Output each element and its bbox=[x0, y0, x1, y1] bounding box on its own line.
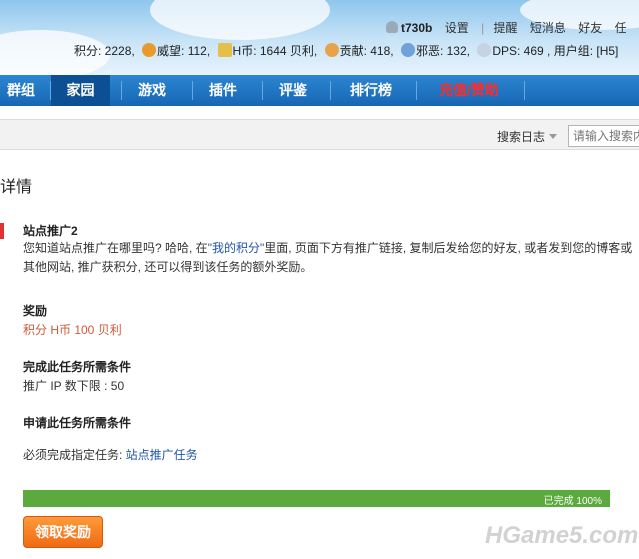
star-icon bbox=[477, 43, 492, 57]
claim-reward-button[interactable]: 领取奖励 bbox=[23, 516, 103, 548]
user-link[interactable]: t730b bbox=[386, 21, 432, 35]
search-input[interactable] bbox=[568, 125, 639, 147]
task-title: 站点推广2 bbox=[23, 224, 78, 238]
stat-dps-group: DPS: 469 , 用户组: [H5] bbox=[492, 44, 619, 58]
watermark-logo: HGame5.com bbox=[485, 522, 639, 549]
nav-games[interactable]: 游戏 bbox=[122, 75, 182, 106]
messages-link[interactable]: 短消息 bbox=[530, 19, 566, 36]
nav-home[interactable]: 家园 bbox=[51, 75, 110, 106]
task-icon bbox=[0, 223, 4, 239]
site-header: t730b 设置 | 提醒 短消息 好友 任 积分: 2228, 威望: 112… bbox=[0, 0, 639, 75]
complete-conditions-value: 推广 IP 数下限 : 50 bbox=[23, 379, 125, 393]
nav-rankings[interactable]: 排行榜 bbox=[331, 75, 411, 106]
stat-prestige: 威望: 112 bbox=[157, 44, 207, 58]
coin-icon bbox=[217, 43, 232, 57]
task-description: 您知道站点推广在哪里吗? 哈哈, 在"我的积分"里面, 页面下方有推广链接, 复… bbox=[23, 239, 639, 277]
nav-reviews[interactable]: 评鉴 bbox=[263, 75, 323, 106]
search-bar: 搜索日志 bbox=[0, 119, 639, 150]
complete-conditions-heading: 完成此任务所需条件 bbox=[23, 360, 132, 374]
heart-icon bbox=[324, 43, 339, 57]
apply-conditions-value: 必须完成指定任务: 站点推广任务 bbox=[23, 446, 198, 463]
crown-icon bbox=[142, 43, 157, 57]
user-stats: 积分: 2228, 威望: 112, H币: 1644 贝利, 贡献: 418,… bbox=[74, 43, 619, 58]
search-type-label: 搜索日志 bbox=[497, 130, 546, 144]
reward-heading: 奖励 bbox=[23, 304, 48, 318]
apply-conditions-heading: 申请此任务所需条件 bbox=[23, 416, 132, 430]
desc-text: 您知道站点推广在哪里吗? 哈哈, 在 bbox=[23, 241, 208, 255]
main-nav: 群组 家园 游戏 插件 评鉴 排行榜 充值/赞助 bbox=[0, 75, 639, 106]
separator: | bbox=[481, 21, 485, 35]
nav-groups[interactable]: 群组 bbox=[0, 75, 50, 106]
page-title: 详情 bbox=[0, 179, 33, 196]
apply-prefix: 必须完成指定任务: bbox=[23, 448, 126, 462]
settings-link[interactable]: 设置 bbox=[445, 19, 469, 36]
nav-separator bbox=[524, 81, 525, 100]
stat-evil: 邪恶: 132 bbox=[415, 44, 467, 58]
search-type-dropdown[interactable]: 搜索日志 bbox=[497, 128, 558, 145]
friends-link[interactable]: 好友 bbox=[578, 19, 602, 36]
required-task-link[interactable]: 站点推广任务 bbox=[126, 448, 198, 462]
tasks-link[interactable]: 任 bbox=[615, 19, 627, 36]
notifications-link[interactable]: 提醒 bbox=[494, 19, 518, 36]
progress-label: 已完成 100% bbox=[543, 496, 602, 507]
user-bar: t730b 设置 | 提醒 短消息 好友 任 bbox=[386, 19, 636, 36]
my-points-link[interactable]: "我的积分" bbox=[208, 241, 265, 255]
stat-points: 积分: 2228 bbox=[74, 44, 132, 58]
reward-value: 积分 H币 100 贝利 bbox=[23, 323, 122, 337]
cloud-icon bbox=[400, 43, 415, 57]
progress-fill bbox=[23, 490, 610, 507]
nav-recharge[interactable]: 充值/赞助 bbox=[417, 75, 521, 106]
stat-hcoin: H币: 1644 贝利 bbox=[232, 44, 314, 58]
progress-bar: 已完成 100% bbox=[23, 490, 610, 507]
user-icon bbox=[386, 21, 398, 33]
stat-contribution: 贡献: 418 bbox=[339, 44, 391, 58]
cloud-decoration bbox=[150, 0, 330, 40]
chevron-down-icon bbox=[549, 134, 558, 139]
nav-plugins[interactable]: 插件 bbox=[193, 75, 253, 106]
